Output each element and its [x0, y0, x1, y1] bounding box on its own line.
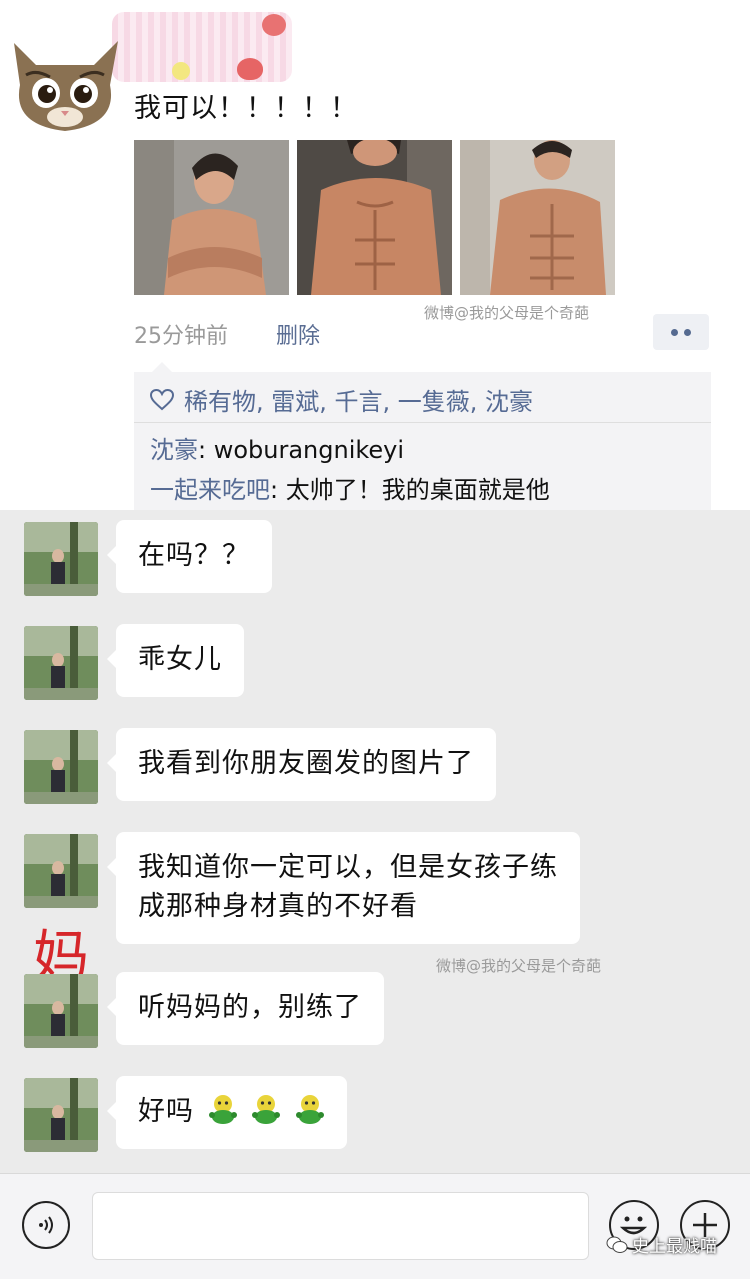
message-text: 我知道你一定可以，但是女孩子练 — [138, 852, 558, 883]
emoji-icon — [295, 1095, 324, 1124]
message-bubble[interactable]: 乖女儿 — [107, 624, 244, 697]
avatar[interactable] — [24, 974, 98, 1048]
comment-text: : woburangnikeyi — [198, 436, 405, 464]
post-photo[interactable] — [134, 140, 289, 295]
watermark: 微博@我的父母是个奇葩 — [436, 957, 602, 975]
divider — [134, 422, 711, 423]
delete-link[interactable]: 删除 — [276, 318, 320, 350]
message-text: 在吗？？ — [138, 540, 250, 571]
message-text: 我看到你朋友圈发的图片了 — [138, 748, 474, 779]
message-bubble[interactable]: 我知道你一定可以，但是女孩子练 成那种身材真的不好看 — [107, 832, 580, 944]
likes-row: 稀有物, 雷斌, 千言, 一隻薇, 沈豪 — [150, 382, 533, 417]
message-bubble[interactable]: 在吗？？ — [107, 520, 272, 593]
cat-avatar[interactable] — [6, 25, 124, 135]
dot-icon — [671, 328, 678, 336]
voice-icon — [39, 1216, 53, 1234]
comment-text: : 太帅了！我的桌面就是他 — [270, 476, 550, 504]
message-bubble[interactable]: 我看到你朋友圈发的图片了 — [107, 728, 496, 801]
input-bar: 史上最贱喵 — [0, 1173, 750, 1279]
likes-comments-box: 稀有物, 雷斌, 千言, 一隻薇, 沈豪 沈豪: woburangnikeyi … — [134, 362, 711, 510]
comment-author[interactable]: 沈豪 — [150, 436, 198, 464]
brand-watermark: 史上最贱喵 — [606, 1232, 717, 1257]
wechat-screen: 我可以！！！！！ 微博@我的父母是个奇葩 25分钟前 删除 稀有物, 雷斌, 千… — [0, 0, 750, 1279]
message-text: 乖女儿 — [138, 644, 222, 675]
post-time: 25分钟前 — [134, 324, 228, 349]
avatar[interactable] — [24, 522, 98, 596]
comment[interactable]: 沈豪: woburangnikeyi — [150, 430, 404, 465]
comment[interactable]: 一起来吃吧: 太帅了！我的桌面就是他 — [150, 470, 550, 505]
avatar[interactable] — [24, 730, 98, 804]
voice-button[interactable] — [22, 1201, 70, 1249]
decorative-sticker — [112, 12, 292, 82]
avatar[interactable] — [24, 834, 98, 908]
post-photo[interactable] — [297, 140, 452, 295]
emoji-icon — [208, 1095, 237, 1124]
wechat-logo-icon — [606, 1236, 628, 1253]
more-options-button[interactable] — [653, 314, 709, 350]
moments-post: 我可以！！！！！ 微博@我的父母是个奇葩 25分钟前 删除 稀有物, 雷斌, 千… — [0, 0, 750, 510]
chat-area: 在吗？？ 乖女儿 我看到你朋友圈发的图片了 我知道你一定可以，但是女孩子练 成那种… — [0, 510, 750, 1173]
avatar[interactable] — [24, 626, 98, 700]
message-text: 好吗 — [138, 1096, 194, 1127]
post-photo[interactable] — [460, 140, 615, 295]
avatar[interactable] — [24, 1078, 98, 1152]
message-text: 成那种身材真的不好看 — [138, 891, 418, 922]
likes-names[interactable]: 稀有物, 雷斌, 千言, 一隻薇, 沈豪 — [184, 382, 533, 417]
comment-author[interactable]: 一起来吃吧 — [150, 476, 270, 504]
message-bubble[interactable]: 好吗 — [107, 1076, 347, 1149]
message-input[interactable] — [92, 1192, 589, 1260]
message-text: 听妈妈的，别练了 — [138, 992, 362, 1023]
watermark: 微博@我的父母是个奇葩 — [424, 304, 590, 322]
brand-text: 史上最贱喵 — [632, 1237, 717, 1257]
heart-icon — [150, 388, 174, 410]
message-bubble[interactable]: 听妈妈的，别练了 — [107, 972, 384, 1045]
emoji-icon — [252, 1095, 281, 1124]
post-text: 我可以！！！！！ — [134, 93, 358, 124]
dot-icon — [684, 328, 691, 336]
